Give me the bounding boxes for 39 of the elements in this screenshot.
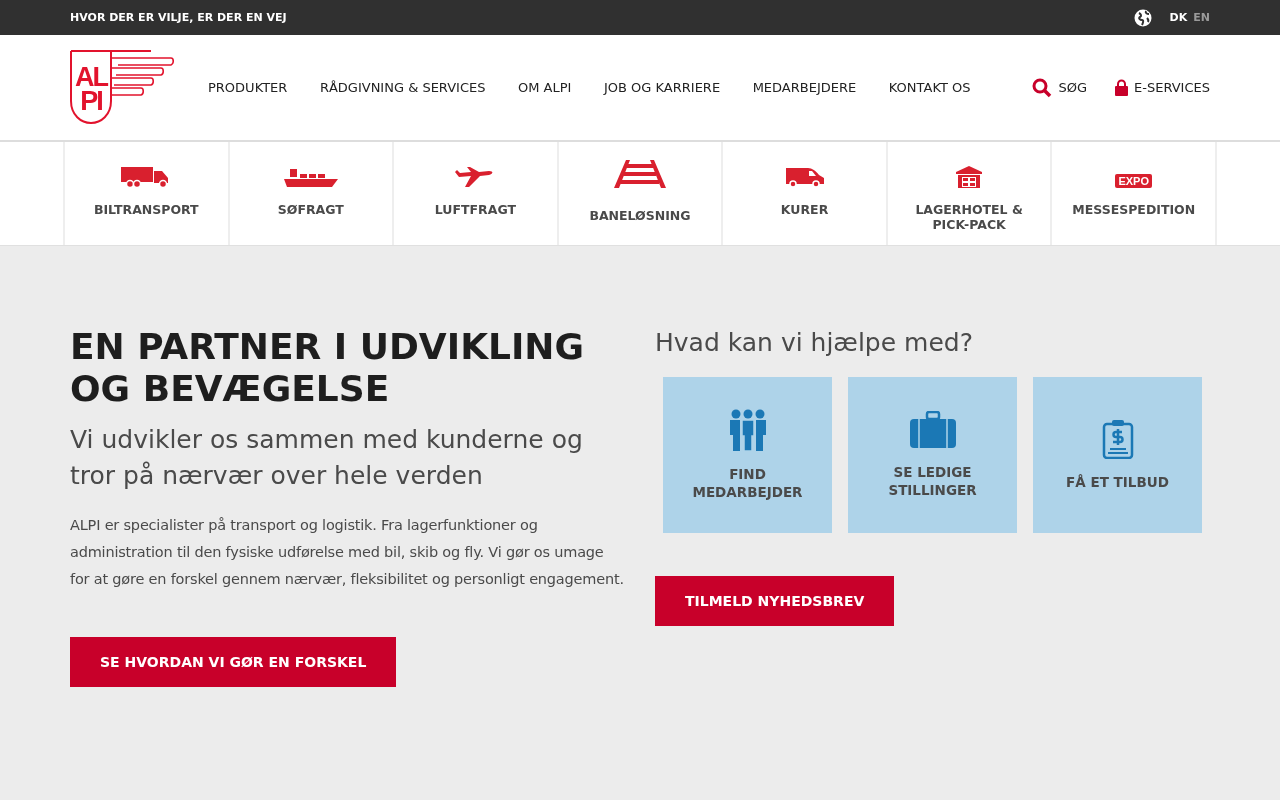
service-link[interactable]: BANELØSNING: [558, 142, 724, 245]
service-link[interactable]: SØFRAGT: [229, 142, 395, 245]
language-link[interactable]: EN: [1193, 11, 1210, 24]
search-link[interactable]: SØG: [1032, 77, 1088, 98]
logo[interactable]: AL PI: [70, 50, 174, 125]
search-icon: [1032, 77, 1053, 98]
nav-link[interactable]: JOB OG KARRIERE: [604, 80, 721, 95]
ship-icon: [283, 166, 338, 188]
nav-link[interactable]: MEDARBEJDERE: [752, 80, 857, 95]
difference-button[interactable]: SE HVORDAN VI GØR EN FORSKEL: [70, 637, 397, 687]
service-link[interactable]: BILTRANSPORT: [65, 142, 230, 245]
nav-link[interactable]: OM ALPI: [518, 80, 572, 95]
help-tile[interactable]: FIND MEDARBEJDER: [663, 377, 832, 533]
service-link[interactable]: LUFTFRAGT: [394, 142, 559, 245]
people-icon: [727, 409, 768, 451]
globe-icon[interactable]: [1133, 8, 1152, 27]
clipboard-icon: [1101, 419, 1134, 459]
help-heading: Hvad kan vi hjælpe med?: [655, 328, 974, 357]
service-link[interactable]: KURER: [723, 142, 888, 245]
nav-link[interactable]: KONTAKT OS: [888, 80, 971, 95]
service-link[interactable]: LAGERHOTEL & PICK-PACK: [887, 142, 1053, 245]
intro-paragraph: ALPI er specialister på transport og logistik. Fra lagerfunktioner og administration til den fysiske udførelse med bil, skib og fly. Vi gør os umage for at gøre en forskel gennem nærvær, fleksibilitet og personligt engagement.: [70, 516, 625, 589]
help-tile[interactable]: SE LEDIGE STILLINGER: [848, 377, 1017, 533]
van-icon: [784, 166, 825, 188]
railway-icon: [614, 160, 666, 188]
nav-link[interactable]: RÅDGIVNING & SERVICES: [319, 80, 486, 95]
language-link[interactable]: DK: [1169, 11, 1188, 24]
tagline: HVOR DER ER VILJE, ER DER EN VEJ: [70, 11, 287, 24]
briefcase-icon: [909, 411, 956, 449]
e-services-link[interactable]: E-SERVICES: [1115, 79, 1210, 96]
expo-icon: EXPO: [1115, 174, 1152, 188]
service-link[interactable]: EXPO MESSESPEDITION: [1052, 142, 1217, 245]
page-heading: EN PARTNER I UDVIKLING OG BEVÆGELSE: [70, 326, 586, 410]
subheading: Vi udvikler os sammen med kunderne og tror på nærvær over hele verden: [70, 424, 584, 492]
help-tile[interactable]: FÅ ET TILBUD: [1033, 377, 1202, 533]
newsletter-button[interactable]: TILMELD NYHEDSBREV: [655, 576, 895, 626]
nav-link[interactable]: PRODUKTER: [208, 80, 288, 95]
warehouse-icon: [956, 166, 983, 188]
lock-icon: [1115, 79, 1129, 96]
